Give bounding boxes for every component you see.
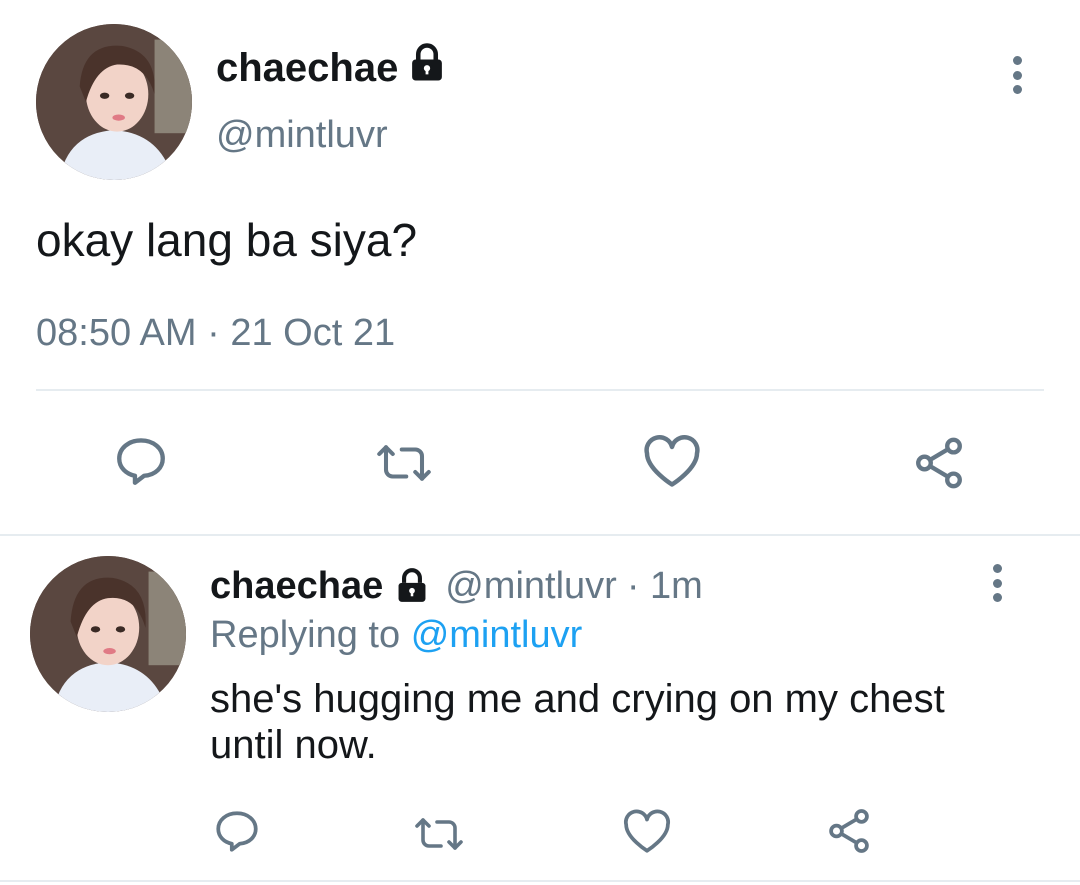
lock-icon xyxy=(393,567,431,605)
bottom-separator xyxy=(0,880,1080,882)
reply-more-options-icon[interactable] xyxy=(990,564,1004,602)
main-avatar[interactable] xyxy=(36,24,192,180)
main-tweet-text: okay lang ba siya? xyxy=(36,214,418,266)
like-icon[interactable] xyxy=(622,808,672,856)
reply-icon[interactable] xyxy=(212,806,262,856)
tweet-separator xyxy=(0,534,1080,536)
avatar-photo-icon xyxy=(30,556,186,712)
reply-time: · 1m xyxy=(626,564,703,607)
like-icon[interactable] xyxy=(642,434,702,490)
reply-display-name[interactable]: chaechae xyxy=(210,565,383,608)
share-icon[interactable] xyxy=(910,434,968,492)
lock-icon xyxy=(406,42,448,84)
reply-text: she's hugging me and crying on my chest … xyxy=(210,676,945,768)
reply-text-line-2: until now. xyxy=(210,723,377,767)
share-icon[interactable] xyxy=(824,806,874,856)
retweet-icon[interactable] xyxy=(372,436,436,490)
reply-icon[interactable] xyxy=(112,432,170,490)
replying-to-line: Replying to @mintluvr xyxy=(210,612,582,658)
reply-avatar[interactable] xyxy=(30,556,186,712)
main-display-name[interactable]: chaechae xyxy=(216,44,398,92)
retweet-icon[interactable] xyxy=(410,810,468,858)
reply-header: chaechae @mintluvr · 1m xyxy=(210,562,703,610)
avatar-photo-icon xyxy=(36,24,192,180)
main-handle[interactable]: @mintluvr xyxy=(216,112,388,158)
replying-to-handle[interactable]: @mintluvr xyxy=(411,614,583,656)
main-more-options-icon[interactable] xyxy=(1010,56,1024,94)
main-timestamp[interactable]: 08:50 AM · 21 Oct 21 xyxy=(36,310,395,356)
replying-to-label: Replying to xyxy=(210,614,401,656)
reply-text-line-1: she's hugging me and crying on my chest xyxy=(210,677,945,721)
reply-handle[interactable]: @mintluvr xyxy=(445,565,617,608)
timestamp-divider xyxy=(36,389,1044,391)
